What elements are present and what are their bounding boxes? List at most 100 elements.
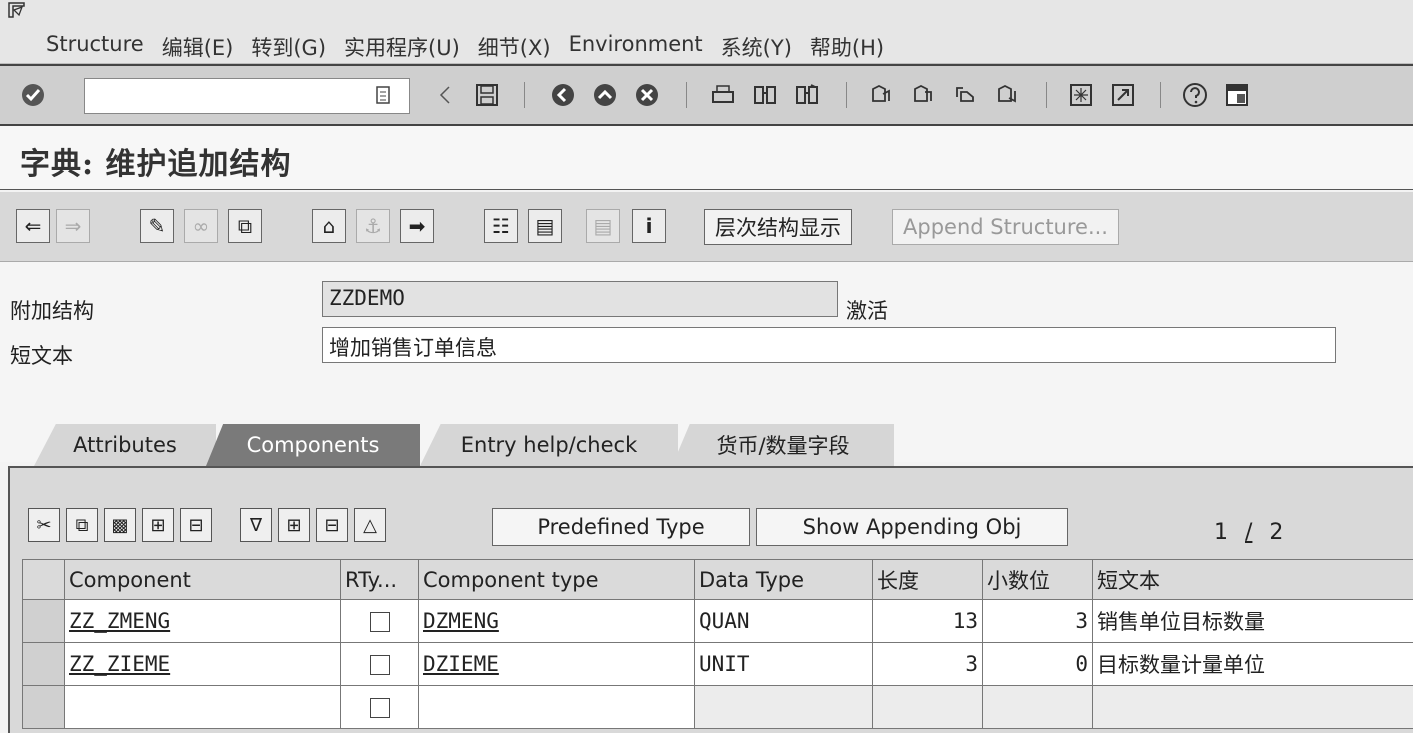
col-component-type[interactable]: Component type bbox=[418, 559, 695, 600]
layout-menu-icon[interactable] bbox=[1222, 80, 1252, 110]
row-selector-header[interactable] bbox=[22, 559, 65, 600]
col-component[interactable]: Component bbox=[64, 559, 341, 600]
row-selector[interactable] bbox=[22, 599, 65, 643]
tab-currency-quantity[interactable]: 货币/数量字段 bbox=[672, 424, 894, 466]
length-cell[interactable]: 3 bbox=[872, 642, 983, 686]
component-cell[interactable] bbox=[64, 685, 341, 729]
menu-help[interactable]: 帮助(H) bbox=[810, 32, 884, 62]
activate-icon[interactable]: ∞ bbox=[184, 209, 218, 243]
insert-row-icon[interactable]: ⊞ bbox=[142, 508, 174, 542]
command-field[interactable] bbox=[84, 78, 410, 114]
cut-icon[interactable]: ✂ bbox=[28, 508, 60, 542]
last-row-icon[interactable]: △ bbox=[354, 508, 386, 542]
row-selector[interactable] bbox=[22, 642, 65, 686]
menu-environment[interactable]: Environment bbox=[569, 32, 703, 62]
menu-utilities[interactable]: 实用程序(U) bbox=[344, 32, 460, 62]
hierarchy-icon[interactable]: ☷ bbox=[484, 209, 518, 243]
expand-icon[interactable]: ⊞ bbox=[278, 508, 310, 542]
decimals-cell[interactable]: 0 bbox=[982, 642, 1093, 686]
tab-entry-help[interactable]: Entry help/check bbox=[420, 424, 678, 466]
row-selector[interactable] bbox=[22, 685, 65, 729]
delete-row-icon[interactable]: ⊟ bbox=[180, 508, 212, 542]
rty-checkbox[interactable] bbox=[369, 698, 390, 718]
navigate-icon[interactable]: ➡ bbox=[400, 209, 434, 243]
save-icon[interactable] bbox=[472, 80, 502, 110]
length-cell bbox=[872, 685, 983, 729]
data-type-cell[interactable]: QUAN bbox=[694, 599, 873, 643]
col-length[interactable]: 长度 bbox=[872, 559, 983, 600]
separator bbox=[1046, 82, 1047, 108]
find-icon[interactable] bbox=[750, 80, 780, 110]
tab-entry-help-label: Entry help/check bbox=[460, 433, 638, 457]
append-structure-button[interactable]: Append Structure... bbox=[892, 209, 1119, 245]
print-icon[interactable] bbox=[708, 80, 738, 110]
first-page-icon[interactable] bbox=[866, 80, 896, 110]
component-cell[interactable]: ZZ_ZIEME bbox=[64, 642, 341, 686]
menu-details[interactable]: 细节(X) bbox=[478, 32, 551, 62]
shortcut-icon[interactable] bbox=[1108, 80, 1138, 110]
tab-components[interactable]: Components bbox=[206, 424, 420, 466]
component-type-cell[interactable]: DZMENG bbox=[418, 599, 695, 643]
col-rty[interactable]: RTy... bbox=[340, 559, 419, 600]
where-used-icon[interactable]: ⌂ bbox=[312, 209, 346, 243]
check-object-icon[interactable]: ⧉ bbox=[228, 209, 262, 243]
pager-total: 2 bbox=[1269, 520, 1284, 545]
hierarchy-display-button[interactable]: 层次结构显示 bbox=[704, 209, 852, 245]
copy-icon[interactable]: ⧉ bbox=[66, 508, 98, 542]
collapse-arrow-icon[interactable] bbox=[430, 80, 460, 110]
rty-checkbox[interactable] bbox=[369, 612, 390, 632]
show-appending-obj-button[interactable]: Show Appending Obj bbox=[756, 508, 1068, 546]
rty-checkbox[interactable] bbox=[369, 655, 390, 675]
collapse-icon[interactable]: ⊟ bbox=[316, 508, 348, 542]
tooltip-icon[interactable]: ⚓ bbox=[356, 209, 390, 243]
find-next-icon[interactable] bbox=[792, 80, 822, 110]
system-menu-icon[interactable] bbox=[8, 2, 26, 18]
list-icon[interactable]: ▤ bbox=[528, 209, 562, 243]
short-text-cell bbox=[1092, 685, 1413, 729]
col-data-type[interactable]: Data Type bbox=[694, 559, 873, 600]
enter-check-icon[interactable] bbox=[18, 80, 48, 110]
table-icon[interactable]: ▤ bbox=[586, 209, 620, 243]
rty-cell bbox=[340, 685, 419, 729]
paste-icon[interactable]: ▩ bbox=[104, 508, 136, 542]
last-page-icon[interactable] bbox=[992, 80, 1022, 110]
component-cell[interactable]: ZZ_ZMENG bbox=[64, 599, 341, 643]
table-row: ZZ_ZIEME DZIEME UNIT 3 0 目标数量计量单位 bbox=[22, 642, 1413, 686]
component-type-cell[interactable]: DZIEME bbox=[418, 642, 695, 686]
decimals-cell[interactable]: 3 bbox=[982, 599, 1093, 643]
pager: 1 / 2 bbox=[1214, 520, 1283, 545]
help-icon[interactable] bbox=[1180, 80, 1210, 110]
exit-icon[interactable] bbox=[590, 80, 620, 110]
next-page-icon[interactable] bbox=[950, 80, 980, 110]
new-session-icon[interactable] bbox=[1066, 80, 1096, 110]
page-title: 字典: 维护追加结构 bbox=[20, 147, 292, 182]
menu-system[interactable]: 系统(Y) bbox=[721, 32, 792, 62]
short-text-cell[interactable]: 销售单位目标数量 bbox=[1092, 599, 1413, 643]
component-type-cell[interactable] bbox=[418, 685, 695, 729]
short-text-cell[interactable]: 目标数量计量单位 bbox=[1092, 642, 1413, 686]
forward-arrow-icon[interactable]: ⇒ bbox=[56, 209, 90, 243]
back-icon[interactable] bbox=[548, 80, 578, 110]
back-arrow-icon[interactable]: ⇐ bbox=[16, 209, 50, 243]
predefined-type-button[interactable]: Predefined Type bbox=[492, 508, 750, 546]
display-change-icon[interactable]: ✎ bbox=[140, 209, 174, 243]
short-text-field[interactable]: 增加销售订单信息 bbox=[322, 327, 1336, 363]
components-table: Component RTy... Component type Data Typ… bbox=[22, 559, 1413, 729]
cancel-icon[interactable] bbox=[632, 80, 662, 110]
data-type-cell[interactable]: UNIT bbox=[694, 642, 873, 686]
previous-page-icon[interactable] bbox=[908, 80, 938, 110]
col-short-text[interactable]: 短文本 bbox=[1092, 559, 1413, 600]
command-history-icon[interactable] bbox=[368, 80, 398, 110]
length-cell[interactable]: 13 bbox=[872, 599, 983, 643]
menu-goto[interactable]: 转到(G) bbox=[251, 32, 326, 62]
pager-current: 1 bbox=[1214, 520, 1228, 545]
menu-items: Structure 编辑(E) 转到(G) 实用程序(U) 细节(X) Envi… bbox=[46, 32, 884, 62]
menu-edit[interactable]: 编辑(E) bbox=[162, 32, 234, 62]
append-structure-field[interactable]: ZZDEMO bbox=[322, 281, 838, 317]
first-row-icon[interactable]: ∇ bbox=[240, 508, 272, 542]
tab-components-label: Components bbox=[246, 433, 380, 457]
col-decimals[interactable]: 小数位 bbox=[982, 559, 1093, 600]
info-icon[interactable]: i bbox=[632, 209, 666, 243]
menu-structure[interactable]: Structure bbox=[46, 32, 144, 62]
tab-attributes[interactable]: Attributes bbox=[34, 424, 216, 466]
